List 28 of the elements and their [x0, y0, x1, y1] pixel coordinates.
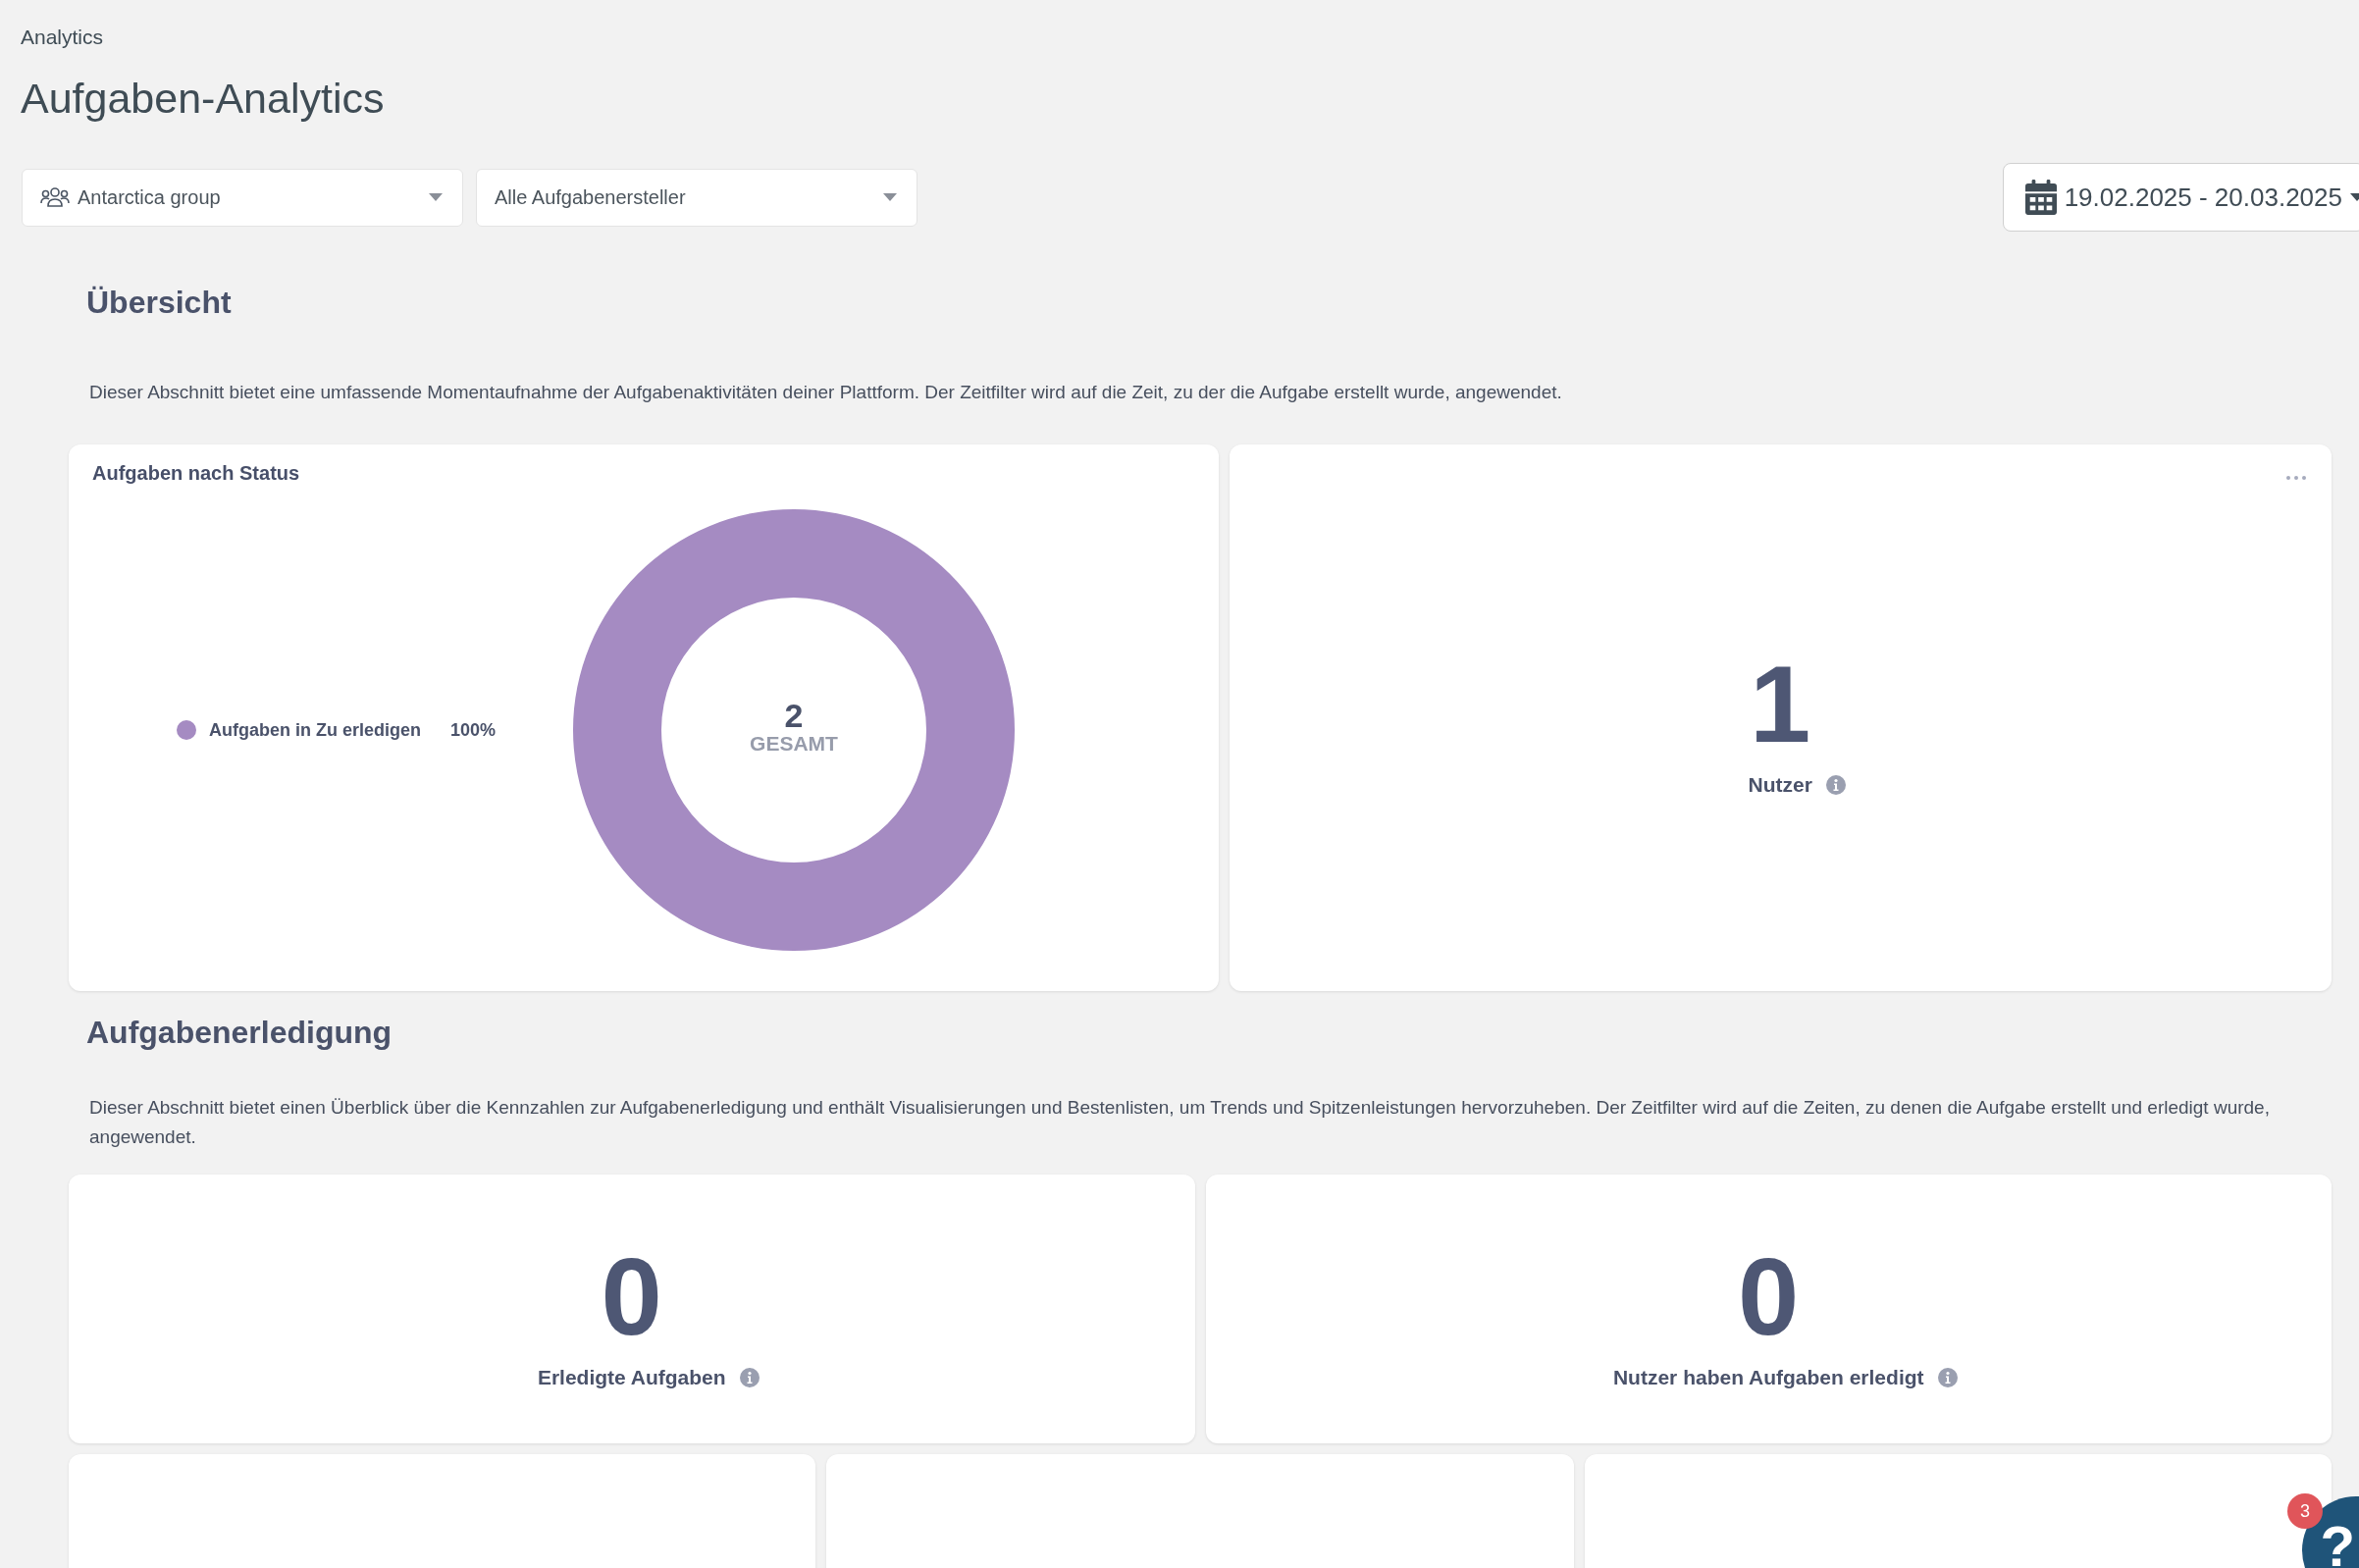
legend-percent: 100%	[450, 719, 497, 741]
users-icon	[40, 186, 70, 208]
metric-value: 0	[1738, 1242, 1800, 1352]
metric-value: 1	[1750, 649, 1811, 759]
info-icon[interactable]	[1825, 774, 1846, 795]
legend-label: Aufgaben in Zu erledigen	[209, 719, 421, 741]
metric-label: Erledigte Aufgaben	[537, 1366, 726, 1389]
metric-label: Nutzer haben Aufgaben erledigt	[1612, 1366, 1924, 1389]
calendar-icon	[2024, 180, 2057, 215]
caret-icon	[429, 193, 443, 201]
total-label: GESAMT	[750, 732, 838, 756]
filter-dropdown[interactable]: Antarctica group	[22, 168, 463, 227]
filter-dropdown[interactable]: Alle Aufgabenersteller	[476, 168, 917, 227]
info-icon[interactable]	[1937, 1368, 1958, 1387]
section-heading: Aufgabenerledigung	[86, 1015, 393, 1051]
breadcrumb: Analytics	[21, 26, 104, 49]
section-description: Dieser Abschnitt bietet eine umfassende Momentaufnahme der Aufgabenaktivitäten deiner Plattform. Der Zeitfilter wird auf die Zeit, zu der die Aufgabe erstellt wurde, angewendet.	[89, 381, 1563, 404]
card-title: Aufgaben nach Status	[92, 462, 300, 485]
more-icon[interactable]	[2286, 476, 2306, 480]
total-value: 2	[784, 699, 804, 732]
date-range-picker[interactable]: 19.02.2025 - 20.03.2025	[2002, 163, 2359, 232]
info-icon[interactable]	[739, 1368, 760, 1387]
metric-value: 0	[601, 1242, 662, 1352]
section-description: Dieser Abschnitt bietet einen Überblick über die Kennzahlen zur Aufgabenerledigung und enthält Visualisierungen und Bestenlisten, um Trends und Spitzenleistungen hervorzuheben. Der Zeitfilter wird auf die Zeiten, zu denen die Aufgabe erstellt und erledigt wurde, angewendet.	[89, 1096, 2271, 1149]
metric-label: Nutzer	[1748, 772, 1812, 797]
section-heading: Übersicht	[86, 285, 232, 321]
caret-icon	[883, 193, 897, 201]
page-title: Aufgaben-Analytics	[21, 74, 385, 124]
